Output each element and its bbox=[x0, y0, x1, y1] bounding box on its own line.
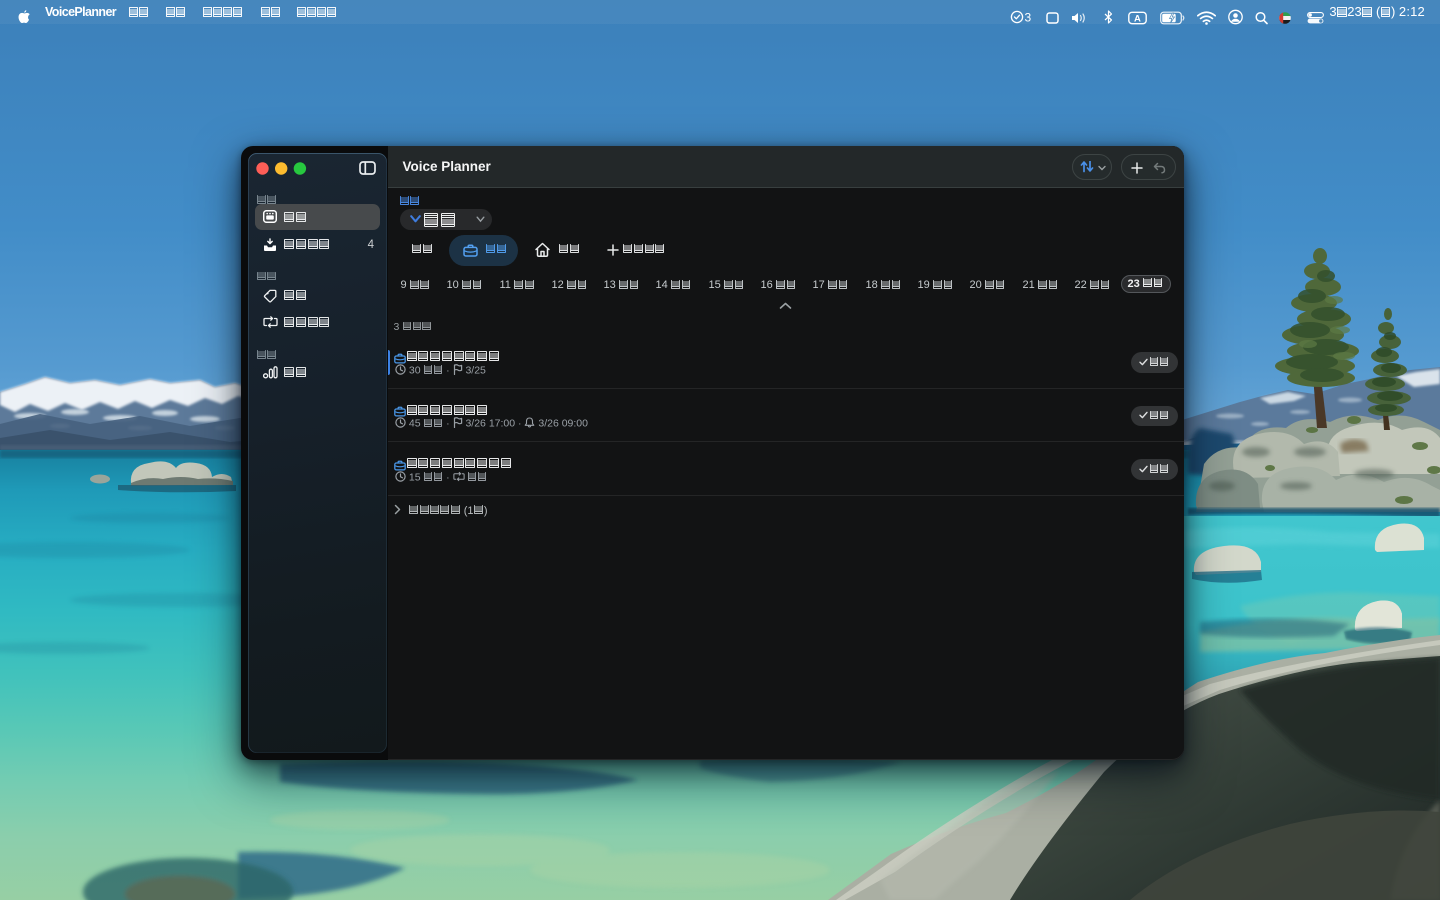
svg-text:A: A bbox=[1134, 13, 1141, 24]
svg-text:3: 3 bbox=[1025, 11, 1032, 25]
